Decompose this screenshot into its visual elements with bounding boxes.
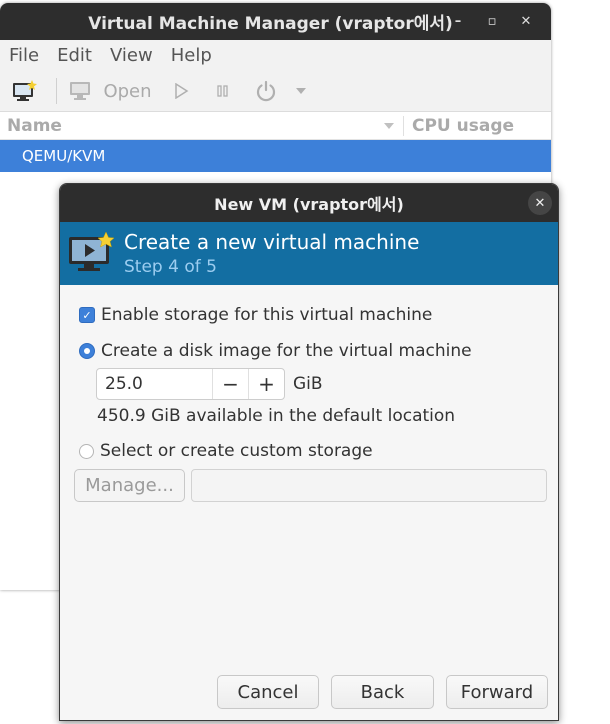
- menubar: File Edit View Help: [0, 40, 551, 71]
- custom-storage-radio[interactable]: [79, 443, 94, 459]
- dialog-titlebar[interactable]: New VM (vraptor에서) ✕: [60, 184, 558, 222]
- vm-list-header: Name CPU usage: [0, 112, 551, 140]
- new-vm-button[interactable]: [0, 71, 50, 111]
- toolbar: Open: [0, 71, 551, 112]
- pause-icon: [217, 85, 228, 97]
- disk-size-input[interactable]: 25.0: [97, 369, 212, 399]
- menu-edit[interactable]: Edit: [48, 45, 101, 66]
- custom-storage-option[interactable]: Select or create custom storage: [79, 441, 373, 461]
- chevron-down-icon: [296, 88, 306, 94]
- shutdown-menu-button[interactable]: [290, 71, 312, 111]
- create-disk-option[interactable]: Create a disk image for the virtual mach…: [79, 341, 472, 361]
- menu-help[interactable]: Help: [162, 45, 221, 66]
- shutdown-button[interactable]: [242, 71, 290, 111]
- maximize-icon[interactable]: ▫: [475, 14, 509, 29]
- column-divider: [403, 115, 404, 136]
- monitor-icon: [70, 82, 91, 100]
- disk-unit: GiB: [293, 374, 323, 394]
- create-disk-label: Create a disk image for the virtual mach…: [101, 341, 472, 361]
- menu-file[interactable]: File: [0, 45, 48, 66]
- new-vm-icon: [69, 231, 114, 271]
- wizard-title: Create a new virtual machine: [124, 230, 420, 254]
- connection-row-qemu[interactable]: QEMU/KVM: [0, 140, 551, 172]
- forward-button[interactable]: Forward: [446, 675, 548, 709]
- column-name[interactable]: Name: [0, 116, 384, 136]
- run-button[interactable]: [158, 71, 204, 111]
- disk-size-stepper[interactable]: 25.0 − +: [96, 368, 285, 400]
- cancel-button[interactable]: Cancel: [217, 675, 319, 709]
- enable-storage-checkbox[interactable]: ✓: [79, 307, 95, 323]
- enable-storage-option[interactable]: ✓ Enable storage for this virtual machin…: [79, 305, 432, 325]
- pause-button[interactable]: [204, 71, 242, 111]
- column-cpu-usage[interactable]: CPU usage: [412, 116, 514, 136]
- new-vm-dialog: New VM (vraptor에서) ✕ Create a new virtua…: [59, 183, 559, 721]
- enable-storage-label: Enable storage for this virtual machine: [101, 305, 433, 325]
- main-window-title: Virtual Machine Manager (vraptor에서): [88, 14, 453, 34]
- manage-button[interactable]: Manage...: [74, 469, 185, 502]
- custom-storage-path-input[interactable]: [191, 469, 547, 502]
- decrement-button[interactable]: −: [212, 369, 248, 399]
- wizard-step: Step 4 of 5: [124, 257, 217, 277]
- open-label: Open: [103, 80, 152, 102]
- available-space-text: 450.9 GiB available in the default locat…: [97, 406, 456, 426]
- wizard-header: Create a new virtual machine Step 4 of 5: [60, 222, 558, 285]
- toolbar-separator: [56, 78, 57, 104]
- close-icon[interactable]: ✕: [509, 14, 543, 29]
- window-controls: – ▫ ✕: [441, 3, 543, 40]
- menu-view[interactable]: View: [101, 45, 162, 66]
- new-vm-icon: [13, 80, 37, 101]
- dialog-close-icon[interactable]: ✕: [528, 191, 552, 215]
- custom-storage-label: Select or create custom storage: [100, 441, 373, 461]
- power-icon: [256, 80, 276, 102]
- main-titlebar[interactable]: Virtual Machine Manager (vraptor에서) – ▫ …: [0, 3, 551, 40]
- play-icon: [175, 83, 189, 99]
- sort-arrow-icon: [384, 122, 394, 129]
- open-button[interactable]: Open: [63, 71, 158, 111]
- back-button[interactable]: Back: [331, 675, 434, 709]
- increment-button[interactable]: +: [248, 369, 284, 399]
- minimize-icon[interactable]: –: [441, 14, 475, 29]
- create-disk-radio[interactable]: [79, 343, 95, 359]
- dialog-title: New VM (vraptor에서): [214, 195, 404, 214]
